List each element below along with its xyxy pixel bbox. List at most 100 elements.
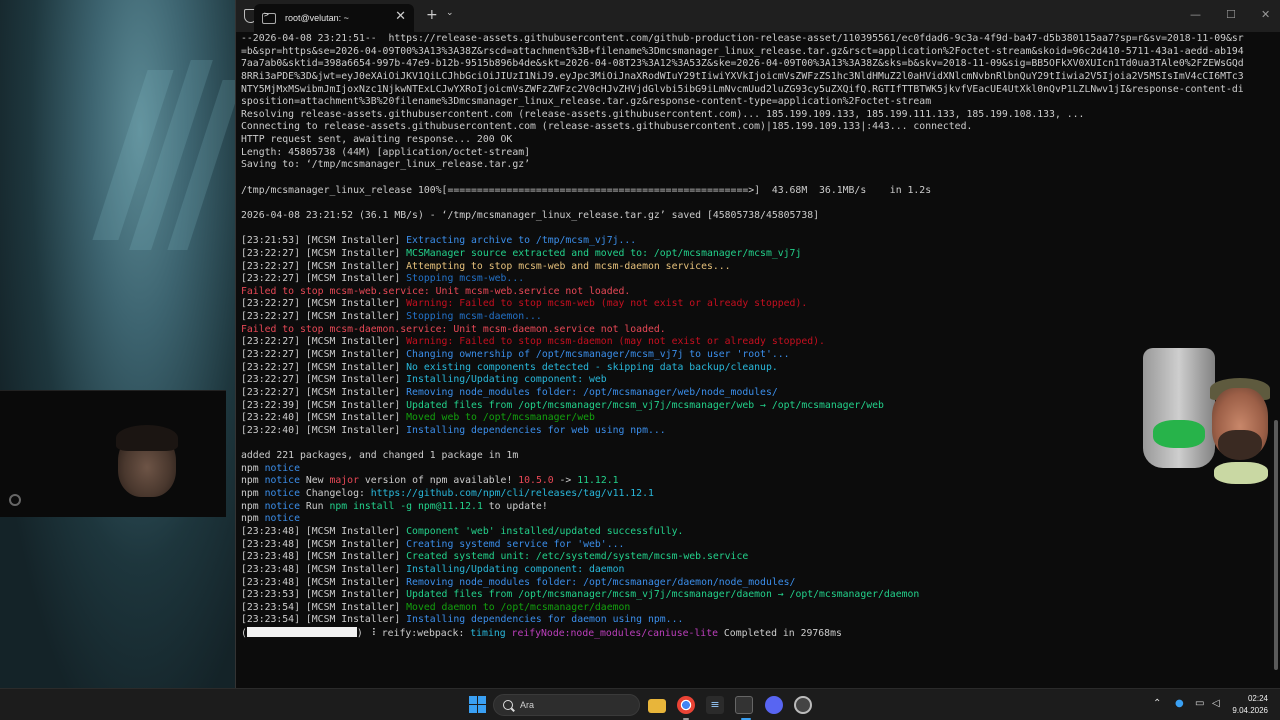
avatar-beard-image	[1218, 430, 1262, 460]
terminal-line: --2026-04-08 23:21:51-- https://release-…	[241, 33, 1271, 46]
terminal-text: HTTP request sent, awaiting response... …	[241, 134, 513, 146]
terminal-text: [23:23:54] [MCSM Installer]	[241, 601, 407, 613]
terminal-text: 10.5.0	[518, 475, 554, 487]
file-explorer-icon[interactable]	[648, 699, 666, 713]
terminal-text: [23:22:39] [MCSM Installer]	[241, 399, 407, 411]
terminal-text: Changelog:	[299, 488, 371, 500]
microphone-icon[interactable]: ●	[1175, 698, 1184, 709]
terminal-taskbar-icon[interactable]	[735, 696, 753, 714]
terminal-line: [23:22:27] [MCSM Installer] Warning: Fai…	[241, 298, 1271, 311]
terminal-text: [23:22:27] [MCSM Installer]	[241, 336, 407, 348]
terminal-text: npm	[241, 513, 265, 525]
scrollbar[interactable]	[1274, 420, 1278, 670]
chrome-icon[interactable]	[677, 696, 695, 714]
terminal-line: Saving to: ‘/tmp/mcsmanager_linux_releas…	[241, 159, 1271, 172]
terminal-text: [23:22:27] [MCSM Installer]	[241, 311, 407, 323]
terminal-text: 2026-04-08 23:21:52 (36.1 MB/s) - ‘/tmp/…	[241, 209, 820, 221]
taskbar-search[interactable]: Ara	[493, 694, 640, 716]
terminal-line: Connecting to release-assets.githubuserc…	[241, 121, 1271, 134]
terminal-text: Removing node_modules folder: /opt/mcsma…	[406, 386, 778, 398]
clock[interactable]: 02:24 9.04.2026	[1232, 693, 1268, 717]
terminal-line: [23:23:48] [MCSM Installer] Removing nod…	[241, 577, 1271, 590]
avatar-food-image	[1214, 462, 1268, 484]
discord-icon[interactable]	[765, 696, 783, 714]
chevron-down-icon[interactable]: ⌄	[446, 8, 454, 18]
terminal-text: [23:22:27] [MCSM Installer]	[241, 247, 407, 259]
terminal-text: Updated files from /opt/mcsmanager/mcsm_…	[406, 589, 920, 601]
speaker-icon[interactable]: ◁	[1212, 698, 1220, 709]
terminal-text: major	[329, 475, 359, 487]
terminal-line: [23:22:27] [MCSM Installer] Removing nod…	[241, 387, 1271, 400]
webcam-overlay	[0, 390, 226, 517]
minimize-button[interactable]: —	[1190, 8, 1201, 21]
terminal-line: [23:22:27] [MCSM Installer] Attempting t…	[241, 261, 1271, 274]
close-window-button[interactable]: ✕	[1261, 8, 1270, 21]
terminal-text: https://github.com/npm/cli/releases/tag/…	[370, 488, 654, 500]
terminal-text: [23:22:27] [MCSM Installer]	[241, 298, 407, 310]
new-tab-button[interactable]: +	[426, 7, 438, 23]
terminal-line: [23:23:48] [MCSM Installer] Created syst…	[241, 551, 1271, 564]
terminal-line: npm notice Changelog: https://github.com…	[241, 488, 1271, 501]
settings-gear-icon[interactable]	[794, 696, 812, 714]
npm-progress-bar	[246, 627, 357, 638]
terminal-text: [23:22:27] [MCSM Installer]	[241, 260, 407, 272]
chevron-up-icon[interactable]: ⌃	[1153, 698, 1161, 709]
terminal-text: [23:23:48] [MCSM Installer]	[241, 576, 407, 588]
notepad-icon[interactable]: ≡	[706, 696, 724, 714]
terminal-output[interactable]: --2026-04-08 23:21:51-- https://release-…	[241, 33, 1271, 683]
terminal-line: () ⠸ reify:webpack: timing reifyNode:nod…	[241, 627, 1271, 640]
terminal-window: root@velutan: ~ ✕ + ⌄ — ☐ ✕ --2026-04-08…	[235, 0, 1280, 688]
terminal-text: ) ⠸ reify:webpack:	[356, 628, 471, 640]
terminal-text: [23:22:40] [MCSM Installer]	[241, 412, 407, 424]
tab-root-shell[interactable]: root@velutan: ~ ✕	[254, 4, 414, 32]
search-icon	[503, 700, 513, 710]
terminal-text: [23:21:53] [MCSM Installer]	[241, 235, 407, 247]
terminal-line: [23:21:53] [MCSM Installer] Extracting a…	[241, 235, 1271, 248]
terminal-line: [23:23:48] [MCSM Installer] Installing/U…	[241, 564, 1271, 577]
terminal-text: /tmp/mcsmanager_linux_release 100%[=====…	[241, 184, 932, 196]
close-tab-icon[interactable]: ✕	[395, 10, 406, 24]
terminal-line: [23:22:27] [MCSM Installer] No existing …	[241, 362, 1271, 375]
terminal-text: 11.12.1	[577, 475, 619, 487]
start-button[interactable]	[469, 696, 487, 714]
terminal-text: reifyNode:node_modules/caniuse-lite	[511, 628, 718, 640]
terminal-text: Warning: Failed to stop mcsm-web (may no…	[406, 298, 808, 310]
terminal-text: New	[299, 475, 330, 487]
terminal-line: HTTP request sent, awaiting response... …	[241, 134, 1271, 147]
terminal-text: added 221 packages, and changed 1 packag…	[241, 450, 519, 462]
terminal-line: 7aa7ab0&sktid=398a6654-997b-47e9-b12b-95…	[241, 58, 1271, 71]
terminal-text: Connecting to release-assets.githubuserc…	[241, 121, 973, 133]
terminal-text: Changing ownership of /opt/mcsmanager/mc…	[406, 349, 790, 361]
taskbar: Ara ≡ ⌃ ● ▭ ◁ 02:24 9.04.2026	[0, 688, 1280, 720]
terminal-line: [23:22:40] [MCSM Installer] Installing d…	[241, 425, 1271, 438]
terminal-line: added 221 packages, and changed 1 packag…	[241, 450, 1271, 463]
desktop-background	[0, 0, 235, 688]
terminal-text: npm	[241, 488, 265, 500]
terminal-text: version of npm available!	[358, 475, 519, 487]
terminal-text: [23:22:27] [MCSM Installer]	[241, 349, 407, 361]
terminal-text: Stopping mcsm-web...	[406, 273, 525, 285]
jar-overlay-image	[1143, 348, 1215, 468]
terminal-line: npm notice Run npm install -g npm@11.12.…	[241, 501, 1271, 514]
terminal-line: [23:22:40] [MCSM Installer] Moved web to…	[241, 412, 1271, 425]
terminal-text: [23:22:27] [MCSM Installer]	[241, 273, 407, 285]
terminal-text: No existing components detected - skippi…	[406, 361, 778, 373]
terminal-text: =b&spr=https&se=2026-04-09T00%3A13%3A38Z…	[241, 45, 1244, 57]
terminal-text: Extracting archive to /tmp/mcsm_vj7j...	[406, 235, 637, 247]
network-icon[interactable]: ▭	[1195, 698, 1204, 709]
terminal-text: notice	[264, 488, 300, 500]
terminal-text: Completed in 29768ms	[718, 628, 842, 640]
terminal-text: Updated files from /opt/mcsmanager/mcsm_…	[406, 399, 884, 411]
maximize-button[interactable]: ☐	[1226, 8, 1236, 21]
terminal-text: npm install -g npm@11.12.1	[329, 500, 483, 512]
clover-overlay-image	[1153, 420, 1205, 448]
terminal-text: Moved daemon to /opt/mcsmanager/daemon	[406, 601, 631, 613]
terminal-text: Installing dependencies for daemon using…	[406, 614, 684, 626]
terminal-line: npm notice	[241, 513, 1271, 526]
terminal-text: [23:22:27] [MCSM Installer]	[241, 386, 407, 398]
streamer-hair	[116, 425, 178, 451]
terminal-line: Resolving release-assets.githubuserconte…	[241, 109, 1271, 122]
terminal-text: Resolving release-assets.githubuserconte…	[241, 108, 1085, 120]
